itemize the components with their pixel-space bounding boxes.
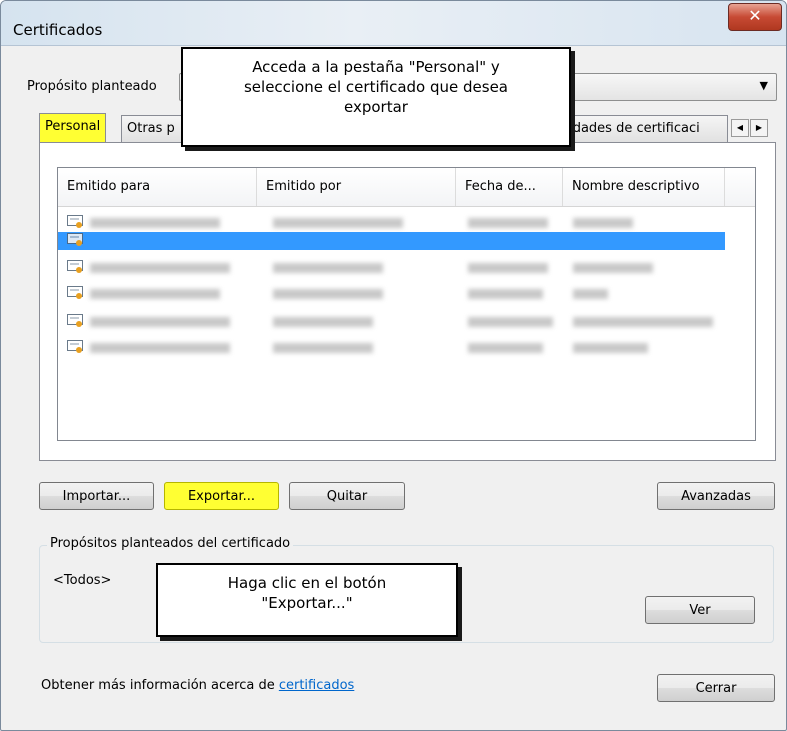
callout-click-export: Haga clic en el botón "Exportar..."	[156, 563, 458, 637]
import-button[interactable]: Importar...	[39, 482, 154, 510]
table-row[interactable]	[58, 339, 755, 357]
column-header-fecha[interactable]: Fecha de...	[456, 168, 563, 206]
tab-otras-label: Otras p	[127, 121, 175, 136]
certificates-link[interactable]: certificados	[279, 678, 354, 693]
purpose-label: Propósito planteado	[27, 79, 157, 94]
column-label: Fecha de...	[465, 179, 536, 194]
table-row[interactable]	[58, 259, 755, 277]
column-header-emitido-para[interactable]: Emitido para	[58, 168, 257, 206]
close-button[interactable]: ✕	[728, 3, 782, 31]
title-bar: Certificados ✕	[1, 1, 786, 46]
remove-button[interactable]: Quitar	[289, 482, 405, 510]
column-label: Nombre descriptivo	[572, 179, 700, 194]
export-button[interactable]: Exportar...	[164, 482, 279, 510]
tab-personal-label: Personal	[45, 119, 101, 134]
callout-select-certificate: Acceda a la pestaña "Personal" y selecci…	[181, 47, 571, 147]
certificate-icon	[67, 340, 83, 353]
close-icon: ✕	[748, 6, 762, 25]
column-label: Emitido por	[266, 179, 342, 194]
table-row[interactable]	[58, 214, 755, 232]
certificate-icon	[67, 260, 83, 273]
window-title: Certificados	[13, 21, 103, 39]
callout-line: "Exportar..."	[261, 594, 353, 612]
certificate-icon	[67, 233, 83, 246]
tab-scroll-left-icon[interactable]: ◀	[731, 119, 749, 137]
purposes-group-title: Propósitos planteados del certificado	[47, 536, 294, 551]
certificate-icon	[67, 314, 83, 327]
callout-line: seleccione el certificado que desea	[243, 78, 508, 96]
tab-entidades-label: tidades de certificaci	[564, 121, 700, 136]
tab-entidades-certificacion[interactable]: tidades de certificaci	[561, 115, 728, 142]
callout-line: exportar	[344, 98, 408, 116]
more-info-text: Obtener más información acerca de certif…	[41, 678, 354, 693]
callout-line: Acceda a la pestaña "Personal" y	[252, 58, 500, 76]
tab-scroll-right-icon[interactable]: ▶	[750, 119, 768, 137]
table-row-selected[interactable]	[58, 232, 725, 250]
more-info-label: Obtener más información acerca de	[41, 678, 279, 693]
advanced-button[interactable]: Avanzadas	[657, 482, 775, 510]
certificate-icon	[67, 215, 83, 228]
column-header-emitido-por[interactable]: Emitido por	[257, 168, 456, 206]
table-row[interactable]	[58, 313, 755, 331]
close-dialog-button[interactable]: Cerrar	[657, 674, 775, 702]
callout-line: Haga clic en el botón	[227, 574, 387, 592]
column-label: Emitido para	[67, 179, 151, 194]
table-row[interactable]	[58, 285, 755, 303]
certificate-list[interactable]: Emitido para Emitido por Fecha de... Nom…	[57, 167, 756, 441]
chevron-down-icon: ▼	[759, 79, 768, 92]
certificate-icon	[67, 286, 83, 299]
certificates-dialog: Certificados ✕ Propósito planteado ▼ Per…	[0, 0, 787, 731]
list-header: Emitido para Emitido por Fecha de... Nom…	[58, 168, 755, 207]
column-header-nombre[interactable]: Nombre descriptivo	[563, 168, 725, 206]
tab-personal[interactable]: Personal	[39, 113, 107, 142]
purposes-value: <Todos>	[53, 573, 112, 588]
view-button[interactable]: Ver	[645, 596, 755, 624]
